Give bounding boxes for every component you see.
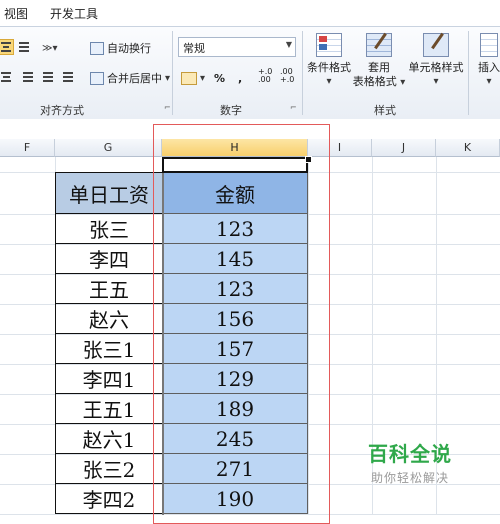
chevron-down-icon: ▾ (400, 77, 406, 88)
ribbon: ≫▾ 自动换行 合并后居中 ▾ 对齐方式 ⌐ 常规 ▼ ▾ % , +.0 .0… (0, 26, 500, 120)
formula-area (0, 119, 500, 139)
name-cell[interactable]: 赵六 (55, 304, 162, 334)
name-cell[interactable]: 王五1 (55, 394, 162, 424)
merge-center-button[interactable]: 合并后居中 ▾ (90, 69, 170, 87)
name-cell[interactable]: 张三2 (55, 454, 162, 484)
align-bottom-icon[interactable] (16, 39, 32, 55)
chevron-down-icon: ▾ (326, 76, 332, 87)
amount-cell[interactable]: 123 (162, 274, 308, 304)
comma-icon: , (238, 71, 243, 85)
increase-indent-icon[interactable] (40, 69, 56, 85)
table-format-label-1: 套用 (368, 61, 390, 74)
conditional-format-button[interactable]: 条件格式 ▾ (306, 33, 352, 89)
number-format-select[interactable]: 常规 ▼ (178, 37, 296, 57)
styles-group-label: 样式 (374, 104, 396, 117)
name-cell[interactable]: 张三1 (55, 334, 162, 364)
decrease-decimal-icon: .00 +.0 (280, 67, 295, 84)
cell-style-icon (423, 32, 449, 57)
cell-style-label: 单元格样式 (408, 61, 464, 74)
comma-button[interactable]: , (238, 69, 242, 87)
watermark-title: 百科全说 (368, 442, 452, 466)
currency-button[interactable]: ▾ (181, 69, 205, 87)
insert-cells-icon (480, 33, 498, 57)
tab-view[interactable]: 视图 (4, 5, 28, 22)
chevron-down-icon: ▾ (200, 72, 206, 84)
percent-button[interactable]: % (214, 69, 225, 87)
column-header-g[interactable]: G (55, 139, 162, 157)
selection-border (162, 173, 164, 515)
column-header-i[interactable]: I (308, 139, 372, 157)
amount-cell[interactable]: 129 (162, 364, 308, 394)
separator (302, 31, 303, 115)
tab-developer[interactable]: 开发工具 (50, 5, 98, 22)
column-header-k[interactable]: K (436, 139, 500, 157)
align-left-icon[interactable] (0, 69, 14, 85)
menu-bar: 视图 开发工具 (0, 0, 500, 26)
chevron-down-icon: ▾ (433, 76, 439, 87)
table-header-amount[interactable]: 金额 (162, 172, 308, 214)
table-format-label-2: 表格格式 (352, 75, 397, 88)
amount-cell[interactable]: 156 (162, 304, 308, 334)
currency-icon (181, 71, 197, 85)
column-header-j[interactable]: J (372, 139, 436, 157)
fill-handle[interactable] (305, 156, 312, 163)
name-cell[interactable]: 李四2 (55, 484, 162, 514)
name-cell[interactable]: 赵六1 (55, 424, 162, 454)
amount-cell[interactable]: 190 (162, 484, 308, 514)
column-header-f[interactable]: F (0, 139, 55, 157)
name-cell[interactable]: 王五 (55, 274, 162, 304)
wrap-text-icon (90, 41, 104, 55)
table-format-button[interactable]: 套用 表格格式 ▾ (352, 32, 406, 90)
active-cell[interactable] (162, 157, 308, 173)
wrap-text-button[interactable]: 自动换行 (90, 39, 151, 57)
table-header-wage[interactable]: 单日工资 (55, 172, 162, 214)
separator (172, 31, 173, 115)
amount-cell[interactable]: 145 (162, 244, 308, 274)
amount-cell[interactable]: 271 (162, 454, 308, 484)
insert-label: 插入 (478, 61, 500, 74)
gridline (308, 157, 309, 515)
number-format-value: 常规 (183, 42, 205, 55)
decrease-decimal-button[interactable]: .00 +.0 (280, 65, 294, 87)
increase-decimal-button[interactable]: +.0 .00 (258, 65, 272, 87)
chevron-down-icon: ▾ (165, 72, 171, 84)
insert-button[interactable]: 插入 ▾ (474, 33, 500, 89)
alignment-group-label: 对齐方式 (40, 104, 84, 117)
wrap-text-label: 自动换行 (107, 42, 151, 55)
cell-style-button[interactable]: 单元格样式 ▾ (406, 32, 466, 89)
separator (468, 31, 469, 115)
name-cell[interactable]: 李四1 (55, 364, 162, 394)
name-cell[interactable]: 李四 (55, 244, 162, 274)
amount-cell[interactable]: 123 (162, 214, 308, 244)
dialog-launcher-icon[interactable]: ⌐ (290, 103, 297, 112)
chevron-down-icon: ▼ (285, 40, 292, 49)
orientation-button[interactable]: ≫▾ (42, 39, 58, 57)
decrease-indent-icon[interactable] (20, 69, 36, 85)
chevron-down-icon: ▾ (486, 76, 492, 87)
amount-cell[interactable]: 245 (162, 424, 308, 454)
watermark-subtitle: 助你轻松解决 (370, 471, 449, 485)
indent-right-icon[interactable] (60, 69, 76, 85)
percent-icon: % (214, 71, 226, 85)
dialog-launcher-icon[interactable]: ⌐ (164, 103, 171, 112)
align-center-icon[interactable] (0, 39, 14, 55)
name-cell[interactable]: 张三 (55, 214, 162, 244)
increase-decimal-icon: +.0 .00 (258, 67, 273, 84)
watermark: 百科全说 助你轻松解决 (345, 438, 475, 486)
column-header-h[interactable]: H (162, 139, 308, 157)
merge-center-label: 合并后居中 (107, 72, 162, 85)
conditional-format-label: 条件格式 (307, 61, 351, 74)
number-group-label: 数字 (220, 104, 242, 117)
conditional-format-icon (316, 33, 342, 57)
merge-center-icon (90, 71, 104, 85)
table-format-icon (366, 32, 392, 57)
text-orientation-icon: ≫▾ (42, 42, 58, 54)
amount-cell[interactable]: 189 (162, 394, 308, 424)
amount-cell[interactable]: 157 (162, 334, 308, 364)
